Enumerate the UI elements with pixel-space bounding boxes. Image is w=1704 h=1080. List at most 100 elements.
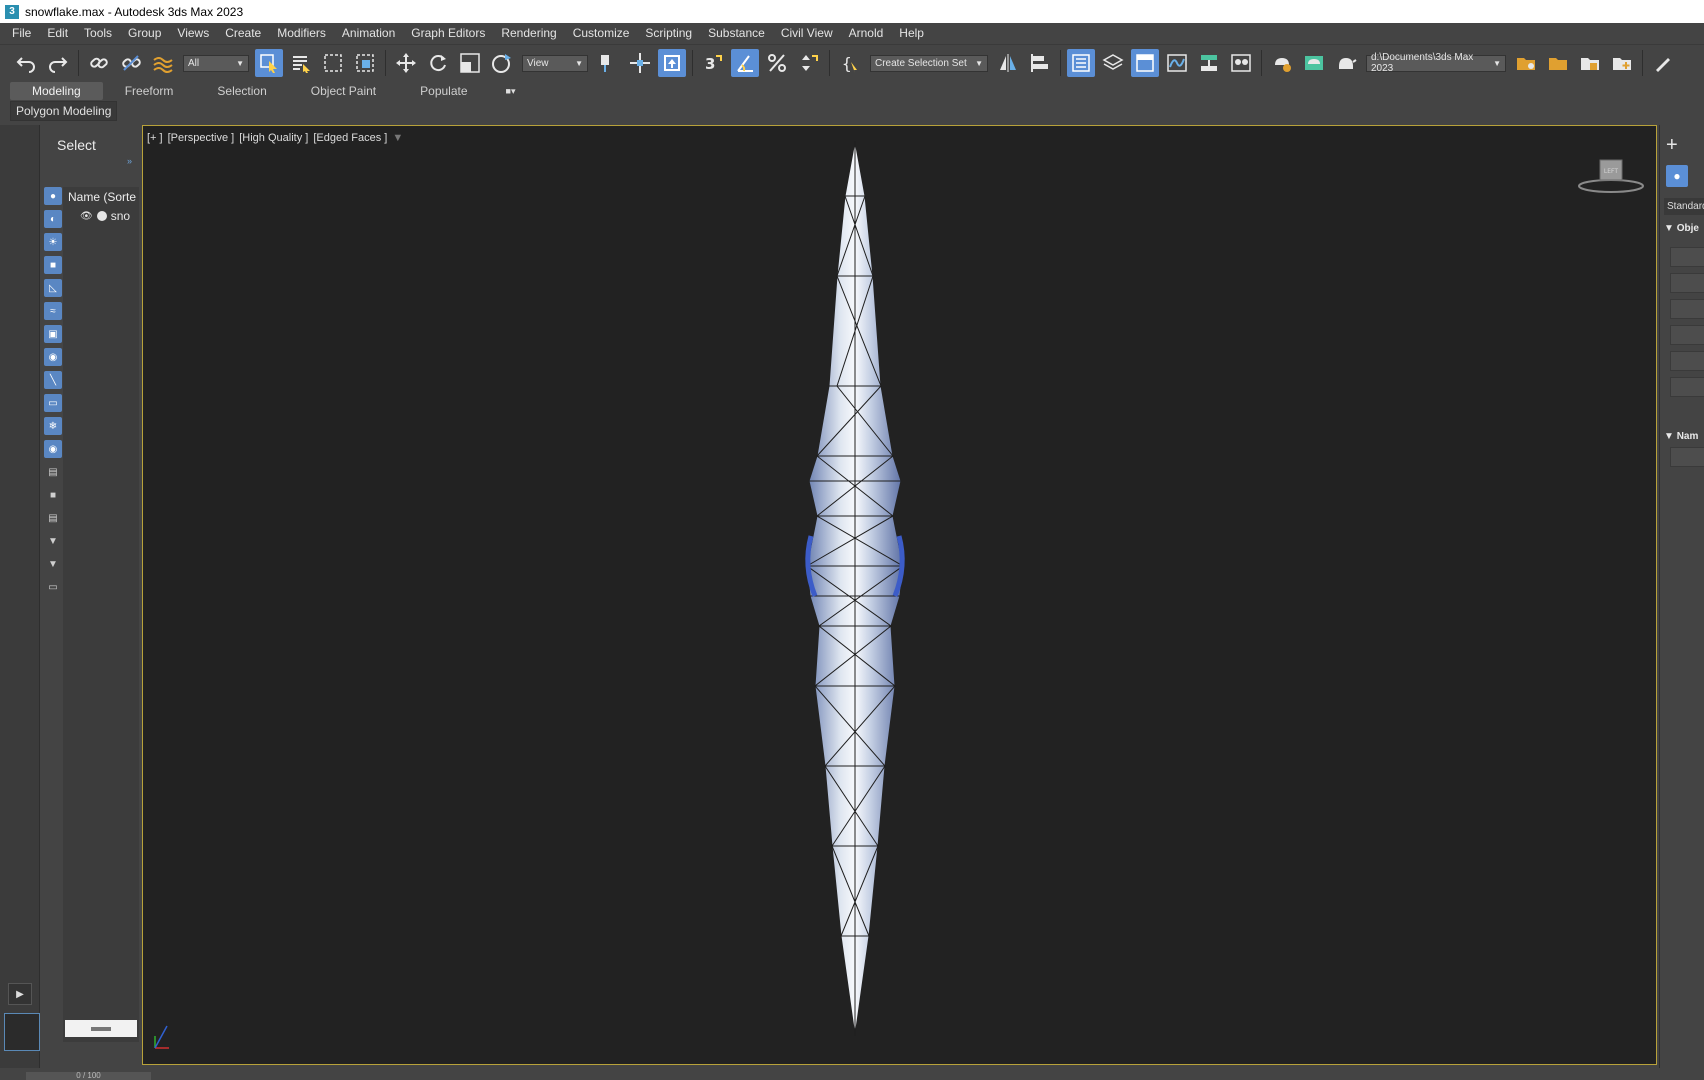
tab-populate[interactable]: Populate [398, 82, 489, 100]
curve-editor-button[interactable] [1163, 49, 1191, 77]
groups-filter-icon[interactable]: ▣ [44, 325, 62, 343]
open-project-button[interactable] [1544, 49, 1572, 77]
display-none-icon[interactable]: ■ [44, 486, 62, 504]
spinner-snap-button[interactable] [795, 49, 823, 77]
viewport-shading-menu[interactable]: [Edged Faces ] [313, 132, 387, 144]
viewcube[interactable]: LEFT [1576, 156, 1646, 196]
move-button[interactable] [392, 49, 420, 77]
material-editor-button[interactable] [1227, 49, 1255, 77]
snaps-toggle-button[interactable]: 3 [699, 49, 727, 77]
undo-button[interactable] [12, 49, 40, 77]
keyboard-shortcut-override-button[interactable] [658, 49, 686, 77]
invert-display-icon[interactable]: ▤ [44, 509, 62, 527]
name-column-header[interactable]: Name (Sorte [63, 187, 139, 207]
menu-substance[interactable]: Substance [700, 23, 773, 44]
select-object-button[interactable] [255, 49, 283, 77]
viewport-general-menu[interactable]: [+ ] [147, 132, 163, 144]
lights-filter-icon[interactable]: ☀ [44, 233, 62, 251]
toggle-layer-explorer-button[interactable] [1099, 49, 1127, 77]
viewport-filter-icon[interactable]: ▼ [392, 132, 403, 144]
object-type-button[interactable] [1670, 247, 1704, 267]
viewport-quality-menu[interactable]: [High Quality ] [239, 132, 308, 144]
object-type-button[interactable] [1670, 273, 1704, 293]
ribbon-options-button[interactable]: ■ ▾ [496, 84, 526, 98]
rectangular-selection-button[interactable] [319, 49, 347, 77]
object-type-rollout[interactable]: ▼ Obje [1664, 223, 1699, 234]
more-icon[interactable]: » [127, 156, 132, 166]
frozen-filter-icon[interactable]: ❄ [44, 417, 62, 435]
angle-snap-button[interactable] [731, 49, 759, 77]
reference-coordinate-dropdown[interactable]: View ▼ [522, 54, 588, 72]
tab-selection[interactable]: Selection [195, 82, 288, 100]
project-folder-dropdown[interactable]: d:\Documents\3ds Max 2023 ▼ [1366, 52, 1506, 74]
explorer-slider[interactable] [65, 1020, 137, 1037]
rendered-frame-window-button[interactable] [1300, 49, 1328, 77]
expand-layout-button[interactable]: ▶ [8, 983, 32, 1005]
containers-filter-icon[interactable]: ▭ [44, 394, 62, 412]
object-type-dropdown[interactable]: Standard [1664, 198, 1704, 215]
mirror-button[interactable] [994, 49, 1022, 77]
bones-filter-icon[interactable]: ╲ [44, 371, 62, 389]
menu-group[interactable]: Group [120, 23, 169, 44]
save-project-button[interactable] [1576, 49, 1604, 77]
time-slider[interactable]: 0 / 100 [26, 1072, 151, 1080]
object-type-button[interactable] [1670, 377, 1704, 397]
viewport-point-of-view-menu[interactable]: [Perspective ] [168, 132, 235, 144]
tab-modeling[interactable]: Modeling [10, 82, 103, 100]
menu-customize[interactable]: Customize [565, 23, 638, 44]
menu-views[interactable]: Views [169, 23, 217, 44]
selection-filter-dropdown[interactable]: All ▼ [183, 54, 249, 72]
render-setup-button[interactable] [1268, 49, 1296, 77]
geometry-filter-icon[interactable]: ● [44, 187, 62, 205]
scale-button[interactable] [456, 49, 484, 77]
tab-freeform[interactable]: Freeform [103, 82, 196, 100]
link-button[interactable] [85, 49, 113, 77]
object-name-field[interactable] [1670, 447, 1704, 467]
perspective-viewport[interactable]: [+ ] [Perspective ] [High Quality ] [Edg… [142, 125, 1657, 1065]
schematic-view-button[interactable] [1195, 49, 1223, 77]
hidden-filter-icon[interactable]: ◉ [44, 440, 62, 458]
select-manipulate-button[interactable] [626, 49, 654, 77]
toggle-scene-explorer-button[interactable] [1067, 49, 1095, 77]
menu-tools[interactable]: Tools [76, 23, 120, 44]
object-type-button[interactable] [1670, 299, 1704, 319]
filter-icon[interactable]: ▼ [44, 555, 62, 573]
create-tab-plus-icon[interactable]: + [1666, 134, 1678, 157]
project-settings-button[interactable] [1512, 49, 1540, 77]
render-dot-icon[interactable] [96, 211, 107, 221]
object-type-button[interactable] [1670, 325, 1704, 345]
menu-create[interactable]: Create [217, 23, 269, 44]
viewport-layout-button[interactable] [4, 1013, 40, 1051]
object-type-button[interactable] [1670, 351, 1704, 371]
menu-animation[interactable]: Animation [334, 23, 403, 44]
polygon-modeling-panel[interactable]: Polygon Modeling [10, 101, 118, 121]
redo-button[interactable] [44, 49, 72, 77]
shapes-filter-icon[interactable]: ◐ [44, 210, 62, 228]
display-all-icon[interactable]: ▤ [44, 463, 62, 481]
menu-help[interactable]: Help [891, 23, 932, 44]
percent-snap-button[interactable] [763, 49, 791, 77]
geometry-category-button[interactable]: ● [1666, 165, 1688, 187]
filter-funnel-icon[interactable]: ▼ [44, 532, 62, 550]
menu-modifiers[interactable]: Modifiers [269, 23, 334, 44]
helpers-filter-icon[interactable]: ◺ [44, 279, 62, 297]
menu-graph-editors[interactable]: Graph Editors [403, 23, 493, 44]
eye-icon[interactable]: 👁 [80, 211, 93, 222]
folder-outline-icon[interactable]: ▭ [44, 578, 62, 596]
menu-arnold[interactable]: Arnold [841, 23, 892, 44]
edit-named-selection-button[interactable]: { [836, 49, 864, 77]
pivot-center-button[interactable] [594, 49, 622, 77]
window-crossing-button[interactable] [351, 49, 379, 77]
toggle-ribbon-button[interactable] [1131, 49, 1159, 77]
tab-object-paint[interactable]: Object Paint [289, 82, 398, 100]
menu-rendering[interactable]: Rendering [493, 23, 564, 44]
create-selection-set-dropdown[interactable]: Create Selection Set ▼ [870, 54, 988, 72]
edit-tools-button[interactable] [1649, 49, 1677, 77]
select-by-name-button[interactable] [287, 49, 315, 77]
new-project-button[interactable] [1608, 49, 1636, 77]
slider-handle[interactable] [91, 1026, 111, 1031]
xrefs-filter-icon[interactable]: ◉ [44, 348, 62, 366]
render-production-button[interactable] [1332, 49, 1360, 77]
align-button[interactable] [1026, 49, 1054, 77]
menu-civil-view[interactable]: Civil View [773, 23, 841, 44]
